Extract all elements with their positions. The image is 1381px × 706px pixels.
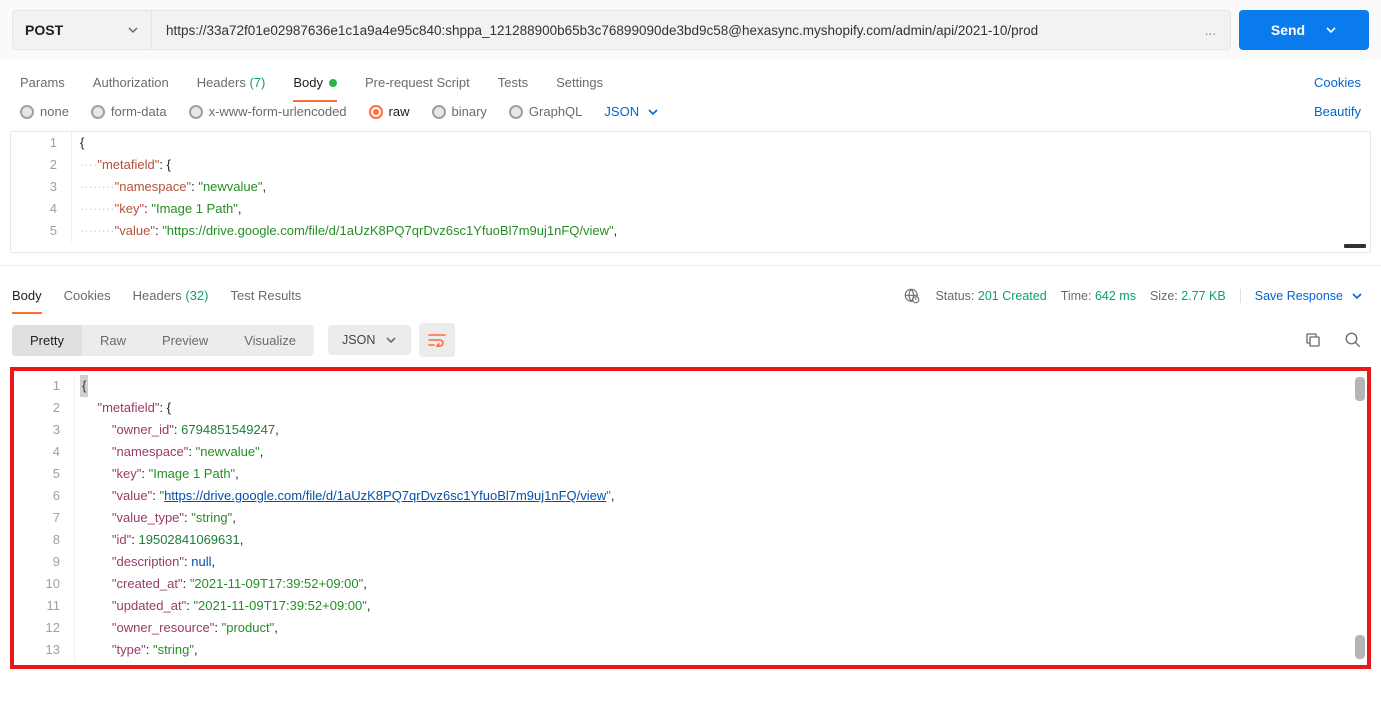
response-header: Body Cookies Headers (32) Test Results S… [0,265,1381,313]
send-button[interactable]: Send [1239,10,1369,50]
seg-visualize[interactable]: Visualize [226,325,314,356]
url-text: https://33a72f01e02987636e1c1a9a4e95c840… [166,23,1199,38]
copy-icon [1304,331,1322,349]
resp-tab-cookies[interactable]: Cookies [64,278,111,313]
tab-tests[interactable]: Tests [498,63,528,102]
search-button[interactable] [1343,330,1363,350]
copy-button[interactable] [1303,330,1323,350]
send-label: Send [1271,22,1305,38]
scrollbar-thumb[interactable] [1355,377,1365,401]
view-mode-segmented: Pretty Raw Preview Visualize [12,325,314,356]
seg-raw[interactable]: Raw [82,325,144,356]
radio-raw[interactable]: raw [369,104,410,119]
http-method-select[interactable]: POST [12,10,152,50]
response-meta: Status: 201 Created Time: 642 ms Size: 2… [903,287,1363,305]
seg-preview[interactable]: Preview [144,325,226,356]
resp-tab-tests[interactable]: Test Results [231,278,302,313]
radio-graphql[interactable]: GraphQL [509,104,582,119]
scrollbar-thumb[interactable] [1355,635,1365,659]
wrap-icon [428,333,446,347]
chevron-down-icon [385,334,397,346]
network-icon [903,287,921,305]
search-icon [1344,331,1362,349]
radio-form-data[interactable]: form-data [91,104,167,119]
body-format-select[interactable]: JSON [604,104,659,119]
editor-minimap-indicator [1344,244,1366,248]
tab-settings[interactable]: Settings [556,63,603,102]
beautify-link[interactable]: Beautify [1314,104,1361,119]
radio-none[interactable]: none [20,104,69,119]
tab-prerequest[interactable]: Pre-request Script [365,63,470,102]
request-tabs: Params Authorization Headers (7) Body Pr… [0,60,1381,104]
body-type-row: none form-data x-www-form-urlencoded raw… [0,104,1381,131]
response-body-editor[interactable]: 1{ 2 "metafield": { 3 "owner_id": 679485… [10,367,1371,669]
wrap-lines-button[interactable] [419,323,455,357]
save-response-button[interactable]: Save Response [1240,289,1363,303]
cookies-link[interactable]: Cookies [1314,75,1361,90]
response-format-select[interactable]: JSON [328,325,411,355]
modified-dot-icon [329,79,337,87]
resp-tab-body[interactable]: Body [12,278,42,313]
tab-body[interactable]: Body [293,63,337,102]
tab-authorization[interactable]: Authorization [93,63,169,102]
radio-urlencoded[interactable]: x-www-form-urlencoded [189,104,347,119]
tab-params[interactable]: Params [20,63,65,102]
chevron-down-icon [647,106,659,118]
chevron-down-icon [1325,24,1337,36]
seg-pretty[interactable]: Pretty [12,325,82,356]
url-ellipsis: ... [1199,23,1216,38]
chevron-down-icon [127,24,139,36]
http-method-value: POST [25,22,63,38]
request-bar: POST https://33a72f01e02987636e1c1a9a4e9… [0,0,1381,60]
chevron-down-icon [1351,290,1363,302]
response-viewer-toolbar: Pretty Raw Preview Visualize JSON [0,313,1381,367]
radio-binary[interactable]: binary [432,104,487,119]
resp-tab-headers[interactable]: Headers (32) [133,278,209,313]
request-body-editor[interactable]: 1{ 2····"metafield": { 3········"namespa… [10,131,1371,253]
url-input[interactable]: https://33a72f01e02987636e1c1a9a4e95c840… [152,10,1231,50]
tab-headers[interactable]: Headers (7) [197,63,266,102]
